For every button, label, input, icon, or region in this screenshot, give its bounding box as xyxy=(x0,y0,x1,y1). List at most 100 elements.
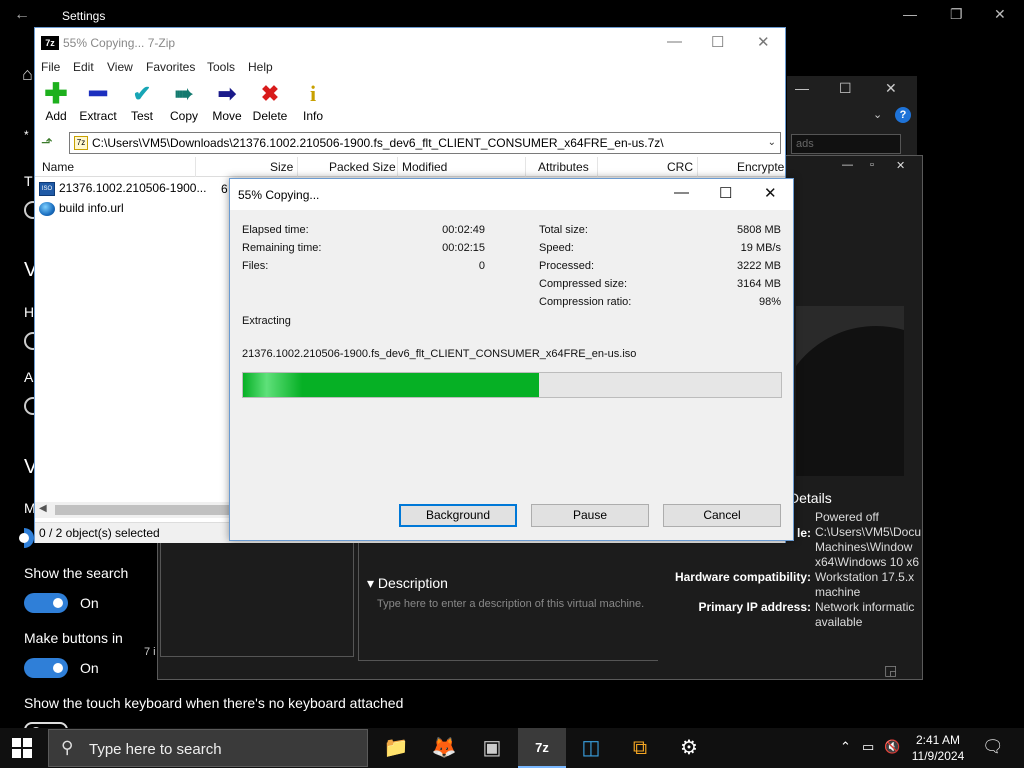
file-name: build info.url xyxy=(59,201,124,215)
total-size-value: 5808 MB xyxy=(736,224,781,236)
home-icon[interactable]: ⌂ xyxy=(22,64,33,85)
compressed-size-value: 3164 MB xyxy=(736,278,781,290)
chevron-up-icon[interactable]: ⌃ xyxy=(840,739,851,755)
chevron-down-icon[interactable]: ⌄ xyxy=(768,133,776,153)
info-button[interactable]: i Info xyxy=(290,82,336,124)
menu-edit[interactable]: Edit xyxy=(73,60,94,74)
close-icon[interactable]: ✕ xyxy=(885,80,897,97)
menu-tools[interactable]: Tools xyxy=(207,60,235,74)
column-packed-size[interactable]: Packed Size xyxy=(329,160,396,174)
total-size-label: Total size: xyxy=(539,224,588,236)
toggle-state: On xyxy=(80,660,99,676)
column-attributes[interactable]: Attributes xyxy=(538,160,589,174)
column-encrypted[interactable]: Encrypte xyxy=(737,160,784,174)
minimize-icon[interactable]: — xyxy=(903,6,917,22)
toggle-switch-partial[interactable] xyxy=(19,528,34,548)
menu-favorites[interactable]: Favorites xyxy=(146,60,195,74)
remaining-time-value: 00:02:15 xyxy=(442,242,485,254)
close-icon[interactable]: ✕ xyxy=(757,33,770,51)
address-bar[interactable]: 7z C:\Users\VM5\Downloads\21376.1002.210… xyxy=(69,132,781,154)
maximize-icon[interactable]: ☐ xyxy=(711,33,724,51)
search-input[interactable]: ads xyxy=(791,134,901,154)
firefox-icon[interactable]: 🦊 xyxy=(420,728,468,768)
description-placeholder[interactable]: Type here to enter a description of this… xyxy=(377,597,647,612)
workstation-icon[interactable]: ⧉ xyxy=(616,728,664,768)
back-arrow-icon[interactable]: ← xyxy=(14,6,30,24)
description-heading[interactable]: ▾ Description xyxy=(367,575,448,592)
move-label: Move xyxy=(212,109,242,123)
option-label: Make buttons in xyxy=(24,630,123,646)
settings-fragment: A xyxy=(24,369,34,385)
close-icon[interactable]: ✕ xyxy=(896,159,905,172)
file-row[interactable]: ISO 21376.1002.210506-1900... xyxy=(39,181,206,196)
dialog-titlebar: 55% Copying... — ☐ ✕ xyxy=(230,179,793,210)
column-crc[interactable]: CRC xyxy=(667,160,693,174)
clock-time: 2:41 AM xyxy=(915,733,961,747)
vm-app-icon[interactable]: ▣ xyxy=(468,728,516,768)
compression-ratio-label: Compression ratio: xyxy=(539,296,632,308)
toggle-switch[interactable] xyxy=(24,593,68,613)
close-icon[interactable]: ✕ xyxy=(994,6,1006,23)
menu-view[interactable]: View xyxy=(107,60,133,74)
scroll-left-icon[interactable]: ◀ xyxy=(39,503,47,514)
vmware-icon[interactable]: ◫ xyxy=(567,728,615,768)
copy-label: Copy xyxy=(169,109,198,123)
iso-file-icon: ISO xyxy=(39,181,55,196)
file-explorer-icon[interactable]: 📁 xyxy=(372,728,420,768)
help-icon[interactable]: ? xyxy=(895,107,911,123)
close-icon[interactable]: ✕ xyxy=(764,184,777,202)
settings-title: Settings xyxy=(62,9,106,23)
background-button[interactable]: Background xyxy=(399,504,517,527)
maximize-icon[interactable]: ☐ xyxy=(839,80,852,97)
extract-button[interactable]: ━ Extract xyxy=(75,80,121,124)
file-name: 21376.1002.210506-1900... xyxy=(59,181,207,195)
network-icon[interactable]: ▭ xyxy=(862,739,874,755)
minimize-icon[interactable]: — xyxy=(667,33,682,50)
move-button[interactable]: ➡ Move xyxy=(204,82,250,124)
vm-titlebar: — ▫ ✕ xyxy=(822,156,922,178)
maximize-icon[interactable]: ▫ xyxy=(870,159,874,171)
speed-label: Speed: xyxy=(539,242,574,254)
settings-fragment: H xyxy=(24,304,35,320)
horizontal-scrollbar[interactable]: ◀ xyxy=(35,502,233,518)
minimize-icon[interactable]: — xyxy=(842,159,853,171)
volume-muted-icon[interactable]: 🔇 xyxy=(884,739,900,755)
copy-button[interactable]: ➠ Copy xyxy=(161,82,207,124)
taskbar: ⚲ Type here to search 📁 🦊 ▣ 7z ◫ ⧉ ⚙ ⌃ ▭ 🔇 2:4… xyxy=(0,728,1024,768)
vm-description-panel: ▾ Description Type here to enter a descr… xyxy=(358,541,658,661)
menu-file[interactable]: File xyxy=(41,60,60,74)
clock-date: 11/9/2024 xyxy=(911,749,965,763)
chevron-down-icon[interactable]: ⌄ xyxy=(873,108,882,121)
menu-help[interactable]: Help xyxy=(248,60,273,74)
delete-button[interactable]: ✖ Delete xyxy=(247,82,293,124)
minimize-icon[interactable]: — xyxy=(674,184,689,201)
detail-value: Network informatic available xyxy=(815,600,915,629)
maximize-icon[interactable]: ❐ xyxy=(950,6,963,23)
clock[interactable]: 2:41 AM 11/9/2024 xyxy=(904,732,972,764)
column-modified[interactable]: Modified xyxy=(402,160,447,174)
maximize-icon[interactable]: ☐ xyxy=(719,184,732,202)
description-heading-label: Description xyxy=(377,575,448,591)
column-size[interactable]: Size xyxy=(270,160,293,174)
file-row[interactable]: build info.url xyxy=(39,201,124,216)
detail-key: le: xyxy=(796,526,811,540)
arrow-right-icon: ➡ xyxy=(217,81,237,106)
add-button[interactable]: ✚ Add xyxy=(33,80,79,124)
option-label: Show the search xyxy=(24,565,129,581)
notification-icon[interactable]: 🗨 xyxy=(982,737,1004,757)
folder-up-icon[interactable]: ⬏ xyxy=(41,134,53,151)
taskbar-search-input[interactable]: ⚲ Type here to search xyxy=(48,729,368,767)
cancel-button[interactable]: Cancel xyxy=(663,504,781,527)
pause-button[interactable]: Pause xyxy=(531,504,649,527)
option-label: Show the touch keyboard when there's no … xyxy=(24,695,404,711)
minimize-icon[interactable]: — xyxy=(795,80,809,96)
operation-label: Extracting xyxy=(242,315,291,327)
search-placeholder: Type here to search xyxy=(89,741,222,758)
vm-thumbnail[interactable] xyxy=(796,306,904,476)
windows-start-icon[interactable] xyxy=(12,738,32,758)
test-button[interactable]: ✔ Test xyxy=(119,82,165,124)
7zip-icon[interactable]: 7z xyxy=(518,728,566,768)
settings-gear-icon[interactable]: ⚙ xyxy=(665,728,713,768)
column-name[interactable]: Name xyxy=(42,160,74,174)
toggle-switch[interactable] xyxy=(24,658,68,678)
